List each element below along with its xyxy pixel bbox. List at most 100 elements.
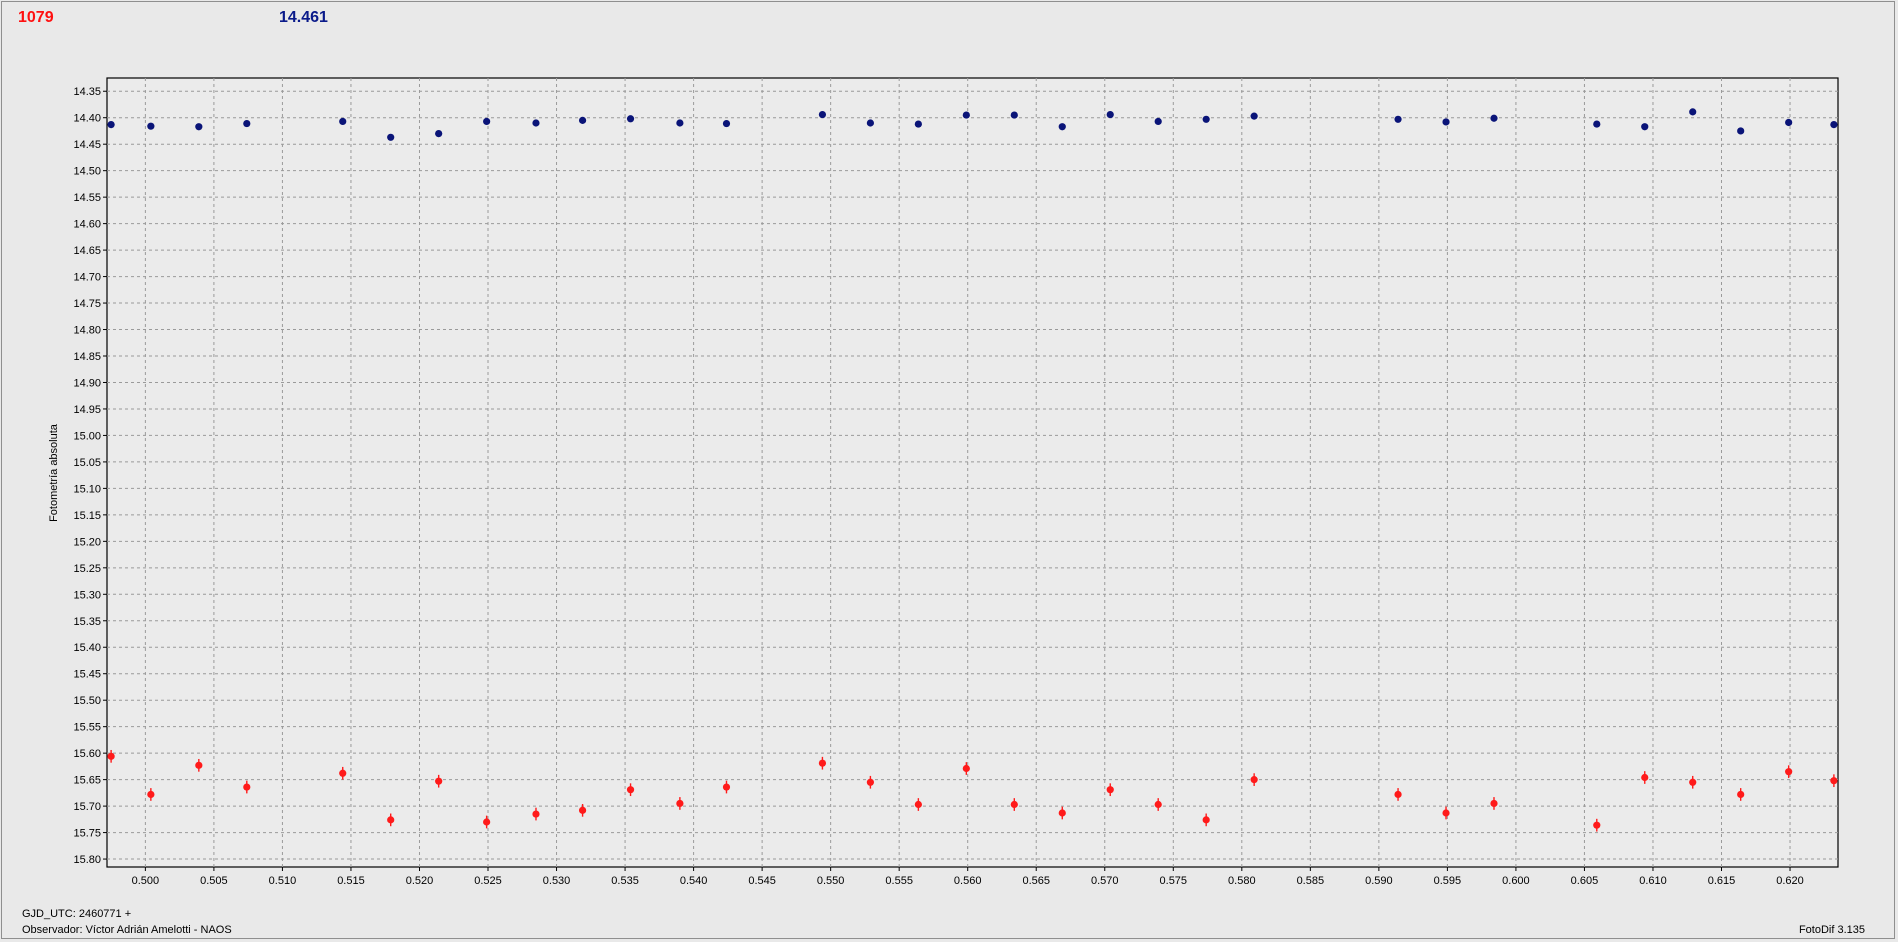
data-point-blue bbox=[387, 133, 395, 141]
data-point-red bbox=[339, 769, 347, 777]
x-tick-label: 0.510 bbox=[269, 875, 297, 887]
data-point-red bbox=[962, 764, 970, 773]
x-tick-label: 0.560 bbox=[954, 875, 982, 887]
data-point-red bbox=[435, 777, 443, 785]
data-point-red bbox=[866, 778, 874, 786]
plot-border bbox=[106, 77, 1839, 868]
data-point-blue bbox=[1641, 123, 1649, 131]
x-tick-label: 0.575 bbox=[1160, 875, 1188, 887]
y-tick-label: 15.15 bbox=[73, 510, 101, 522]
x-tick-label: 0.595 bbox=[1434, 875, 1462, 887]
data-point-blue bbox=[1106, 110, 1114, 119]
y-tick-label: 15.25 bbox=[73, 563, 101, 575]
data-point-blue bbox=[195, 123, 203, 131]
x-tick-label: 0.505 bbox=[200, 875, 228, 887]
data-point-blue bbox=[578, 116, 587, 124]
x-tick-label: 0.550 bbox=[817, 875, 845, 887]
y-tick-label: 15.00 bbox=[73, 430, 101, 442]
data-point-blue bbox=[107, 120, 115, 129]
data-point-blue bbox=[1154, 117, 1162, 126]
y-tick-label: 14.65 bbox=[73, 245, 101, 257]
data-point-blue bbox=[676, 119, 684, 127]
data-point-red bbox=[147, 790, 155, 799]
x-tick-label: 0.585 bbox=[1297, 875, 1325, 887]
data-point-red bbox=[1830, 777, 1838, 785]
data-point-blue bbox=[1830, 120, 1838, 129]
x-tick-label: 0.605 bbox=[1571, 875, 1599, 887]
data-point-red bbox=[1394, 790, 1402, 799]
y-tick-label: 14.55 bbox=[73, 192, 101, 204]
footer-version: FotoDif 3.135 bbox=[1798, 924, 1865, 936]
y-tick-labels: 14.35 14.40 14.45 14.50 14.55 14.60 14.65 14.70… bbox=[73, 86, 101, 866]
data-point-blue bbox=[243, 119, 251, 128]
y-tick-label: 15.75 bbox=[73, 828, 101, 840]
y-tick-label: 14.50 bbox=[73, 166, 101, 178]
data-point-blue bbox=[1737, 127, 1745, 135]
y-tick-label: 15.45 bbox=[73, 669, 101, 681]
data-point-blue bbox=[722, 119, 731, 128]
data-point-blue bbox=[147, 122, 155, 130]
x-tick-labels: 0.500 0.505 0.510 0.515 0.520 0.525 0.530 0.535… bbox=[132, 875, 1804, 887]
data-point-blue bbox=[866, 119, 874, 127]
data-point-red bbox=[722, 783, 731, 791]
y-tick-label: 15.50 bbox=[73, 695, 101, 707]
data-point-red bbox=[1250, 776, 1258, 784]
x-tick-label: 0.545 bbox=[748, 875, 776, 887]
data-point-blue bbox=[339, 117, 347, 126]
data-point-blue bbox=[818, 110, 827, 119]
plot-area bbox=[106, 77, 1839, 868]
y-tick-label: 14.95 bbox=[73, 404, 101, 416]
data-point-red bbox=[578, 806, 587, 814]
data-point-red bbox=[107, 752, 115, 760]
data-point-blue bbox=[483, 117, 491, 126]
x-tick-label: 0.515 bbox=[337, 875, 365, 887]
data-point-red bbox=[1010, 800, 1018, 809]
y-tick-label: 15.35 bbox=[73, 616, 101, 628]
data-point-red bbox=[1058, 809, 1066, 817]
x-tick-label: 0.535 bbox=[611, 875, 639, 887]
y-tick-label: 15.30 bbox=[73, 589, 101, 601]
footer-gjd: GJD_UTC: 2460771 + bbox=[22, 908, 132, 920]
data-point-red bbox=[1641, 773, 1649, 782]
x-tick-label: 0.555 bbox=[885, 875, 913, 887]
x-tick-label: 0.565 bbox=[1022, 875, 1050, 887]
data-point-blue bbox=[1593, 120, 1601, 128]
data-point-blue bbox=[1785, 118, 1793, 127]
y-tick-label: 14.60 bbox=[73, 219, 101, 231]
data-point-blue bbox=[962, 111, 970, 119]
y-tick-label: 15.65 bbox=[73, 775, 101, 787]
data-point-red bbox=[532, 810, 540, 818]
y-tick-label: 14.35 bbox=[73, 86, 101, 98]
y-tick-label: 14.75 bbox=[73, 298, 101, 310]
data-point-blue bbox=[914, 120, 922, 128]
data-point-red bbox=[818, 759, 827, 767]
data-point-blue bbox=[1490, 114, 1498, 122]
data-point-blue bbox=[1394, 115, 1402, 123]
data-point-blue bbox=[1202, 115, 1210, 123]
data-point-red bbox=[1154, 800, 1162, 809]
data-point-red bbox=[483, 818, 491, 826]
data-point-blue bbox=[1250, 112, 1258, 120]
data-point-red bbox=[676, 799, 684, 808]
data-point-blue bbox=[1010, 111, 1018, 119]
x-tick-label: 0.500 bbox=[132, 875, 160, 887]
data-point-red bbox=[387, 816, 395, 824]
y-tick-label: 15.40 bbox=[73, 642, 101, 654]
data-point-red bbox=[1785, 768, 1793, 776]
x-tick-label: 0.580 bbox=[1228, 875, 1256, 887]
data-point-red bbox=[1106, 786, 1114, 794]
data-point-red bbox=[914, 800, 922, 809]
data-point-red bbox=[243, 783, 251, 791]
y-axis-label: Fotometría absoluta bbox=[48, 423, 60, 522]
data-point-red bbox=[626, 786, 635, 794]
photometry-chart: 14.35 14.40 14.45 14.50 14.55 14.60 14.65 14.70… bbox=[48, 77, 1839, 887]
x-tick-label: 0.520 bbox=[406, 875, 434, 887]
y-tick-label: 15.60 bbox=[73, 748, 101, 760]
y-tick-label: 14.90 bbox=[73, 377, 101, 389]
y-tick-label: 14.85 bbox=[73, 351, 101, 363]
y-tick-label: 14.45 bbox=[73, 139, 101, 151]
data-point-blue bbox=[1689, 108, 1697, 116]
x-tick-label: 0.530 bbox=[543, 875, 571, 887]
x-tick-label: 0.590 bbox=[1365, 875, 1393, 887]
data-point-red bbox=[1442, 809, 1450, 817]
